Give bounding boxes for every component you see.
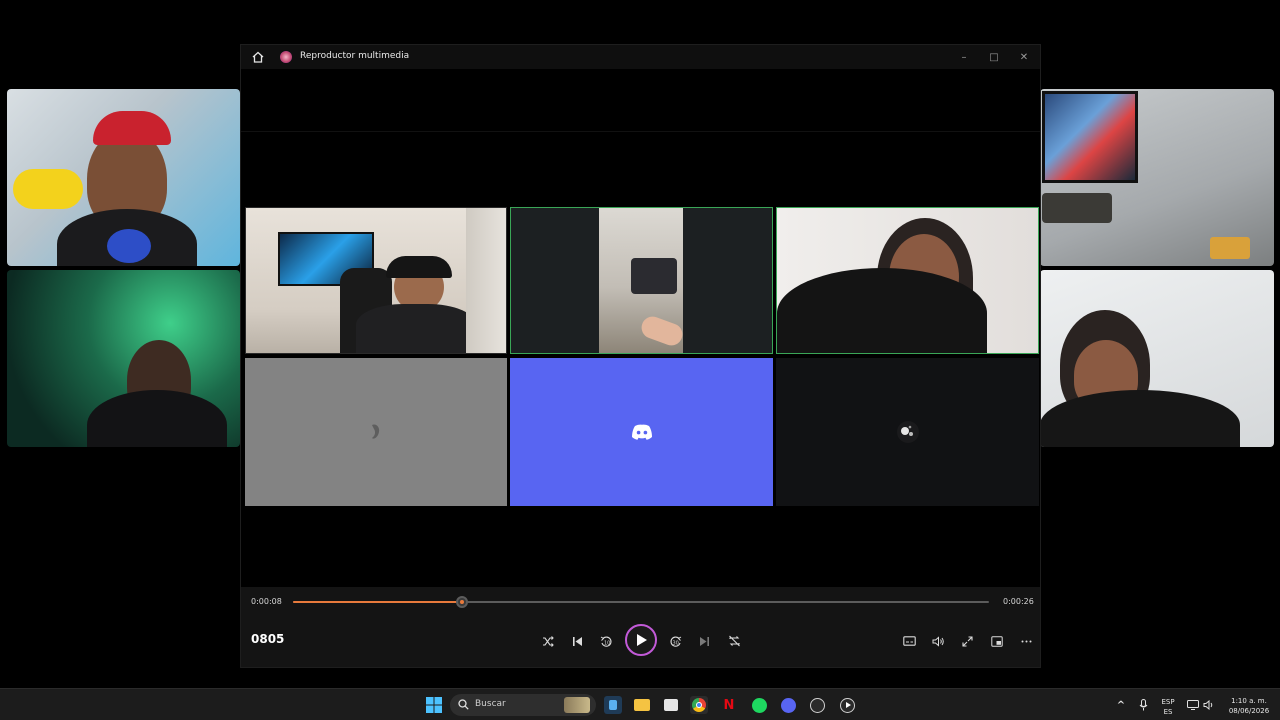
- next-button[interactable]: [694, 631, 714, 651]
- language-code: ESP: [1161, 698, 1175, 706]
- spotify-icon[interactable]: [750, 696, 768, 714]
- tv-screen: [1042, 91, 1138, 183]
- webcam-feed-left-bottom: [7, 270, 240, 447]
- close-button[interactable]: ✕: [1014, 48, 1034, 66]
- media-player-app-icon: [280, 51, 292, 63]
- forward-30-icon: 30: [670, 635, 681, 647]
- volume-icon: [932, 635, 944, 647]
- window-title: Reproductor multimedia: [300, 51, 410, 61]
- maximize-button[interactable]: □: [984, 48, 1004, 66]
- rewind-10-button[interactable]: 10: [596, 631, 616, 651]
- mini-player-button[interactable]: [987, 631, 1007, 651]
- steam-icon[interactable]: [808, 696, 826, 714]
- svg-text:10: 10: [604, 640, 610, 646]
- media-title: 0805: [251, 632, 285, 646]
- webcam-feed-left-top: [7, 89, 240, 266]
- fullscreen-button[interactable]: [957, 631, 977, 651]
- search-placeholder: Buscar: [475, 699, 506, 709]
- media-player-window: Reproductor multimedia – □ ✕ 0:00:08 0:0…: [240, 44, 1041, 668]
- windows-logo-icon: [426, 697, 442, 713]
- discord-taskbar-icon[interactable]: [779, 696, 797, 714]
- keyboard-layout: ES: [1163, 708, 1173, 716]
- more-options-button[interactable]: [1016, 631, 1036, 651]
- call-tile-screen-share: [510, 207, 773, 354]
- input-language[interactable]: ESP ES: [1158, 697, 1178, 717]
- chrome-icon[interactable]: [690, 696, 708, 714]
- system-clock[interactable]: 1:10 a. m. 08/06/2026: [1220, 696, 1278, 716]
- speaker-icon[interactable]: [1200, 696, 1218, 714]
- subtitles-button[interactable]: [899, 631, 919, 651]
- next-icon: [699, 636, 709, 646]
- call-tile-avatar-gray: [245, 358, 507, 506]
- subtitles-icon: [902, 636, 916, 646]
- clock-time: 1:10 a. m.: [1231, 697, 1267, 705]
- user-avatar-icon: [372, 424, 380, 439]
- user-avatar-icon: [896, 421, 919, 443]
- video-surface[interactable]: [241, 69, 1040, 609]
- chevron-up-icon[interactable]: ^: [1112, 696, 1130, 714]
- repeat-off-icon: [728, 635, 740, 647]
- volume-button[interactable]: [928, 631, 948, 651]
- desktop-stage: Reproductor multimedia – □ ✕ 0:00:08 0:0…: [0, 0, 1280, 688]
- taskbar: Buscar N ^ ESP ES 1:10 a. m. 08/06/2026: [0, 688, 1280, 720]
- previous-icon: [572, 636, 582, 646]
- svg-text:30: 30: [672, 640, 678, 646]
- start-button[interactable]: [425, 696, 443, 714]
- call-tile-discord: [510, 358, 773, 506]
- letterbox-divider: [241, 131, 1040, 132]
- call-tile-woman: [776, 207, 1039, 354]
- play-icon: [637, 634, 647, 646]
- webcam-feed-right-top: [1040, 89, 1274, 266]
- more-icon: [1021, 640, 1031, 642]
- mini-player-icon: [991, 635, 1003, 647]
- taskbar-search[interactable]: Buscar: [450, 694, 596, 716]
- webcam-feed-right-bottom: [1040, 270, 1274, 447]
- media-player-taskbar-icon[interactable]: [838, 696, 856, 714]
- call-tile-gamer: [245, 207, 507, 354]
- search-icon: [458, 699, 469, 710]
- seek-bar[interactable]: [293, 596, 989, 608]
- file-explorer-icon[interactable]: [633, 696, 651, 714]
- play-button[interactable]: [625, 624, 657, 656]
- seek-bar-progress: [293, 601, 463, 603]
- home-icon[interactable]: [251, 50, 265, 64]
- shuffle-button[interactable]: [538, 631, 558, 651]
- fullscreen-icon: [961, 635, 973, 647]
- microphone-icon[interactable]: [1134, 696, 1152, 714]
- playback-controls: 0:00:08 0:00:26 0805 10 30: [241, 587, 1040, 667]
- call-tile-avatar-dark: [776, 358, 1039, 506]
- previous-button[interactable]: [567, 631, 587, 651]
- discord-logo-icon: [631, 424, 652, 440]
- minimize-button[interactable]: –: [954, 48, 974, 66]
- search-highlight-icon: [564, 697, 590, 713]
- forward-30-button[interactable]: 30: [665, 631, 685, 651]
- clock-date: 08/06/2026: [1228, 707, 1270, 715]
- total-time: 0:00:26: [1003, 597, 1034, 606]
- seek-bar-thumb[interactable]: [456, 596, 469, 608]
- shuffle-icon: [543, 635, 554, 647]
- title-bar: Reproductor multimedia – □ ✕: [241, 45, 1040, 69]
- rewind-10-icon: 10: [600, 635, 611, 647]
- widgets-icon[interactable]: [604, 696, 622, 714]
- repeat-button[interactable]: [724, 631, 744, 651]
- current-time: 0:00:08: [251, 597, 282, 606]
- netflix-icon[interactable]: N: [720, 696, 738, 714]
- microsoft-store-icon[interactable]: [662, 696, 680, 714]
